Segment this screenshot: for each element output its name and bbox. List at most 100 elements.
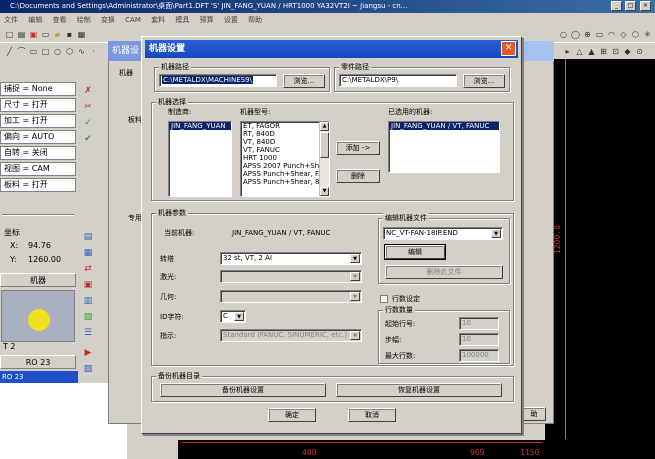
polygon-icon[interactable]: ⬡ — [630, 29, 641, 40]
nc-icon[interactable]: ▣ — [81, 278, 95, 292]
grid-icon[interactable]: ⊞ — [598, 46, 609, 57]
star-icon[interactable]: ✳ — [642, 29, 653, 40]
layers-icon[interactable]: ▥ — [81, 294, 95, 308]
shape-icon[interactable]: ◇ — [618, 29, 629, 40]
menu-file[interactable]: 文件 — [0, 13, 22, 25]
dialog-close-icon[interactable]: ✕ — [501, 41, 516, 56]
new-file-icon[interactable]: □ — [4, 29, 15, 40]
menu-edit[interactable]: 编辑 — [24, 13, 46, 25]
max-lines-field[interactable]: 100000 — [459, 349, 499, 362]
chevron-down-icon[interactable]: ▼ — [350, 272, 360, 281]
nest-icon[interactable]: ▦ — [81, 246, 95, 260]
model-list[interactable]: ET, FAGOR RT, 840D VT, 840D VT, FANUC HR… — [240, 121, 330, 197]
model-item[interactable]: RT, 840D — [241, 130, 329, 138]
model-item[interactable]: APSS 2007 Punch+She — [241, 162, 329, 170]
line-tool-icon[interactable]: ╱ — [4, 46, 15, 57]
menu-draw[interactable]: 绘制 — [73, 13, 95, 25]
backup-settings-button[interactable]: 备份机器设置 — [160, 383, 326, 397]
hexagon-tool-icon[interactable]: ⬡ — [64, 46, 75, 57]
menu-nesting[interactable]: 套料 — [147, 13, 169, 25]
rect-tool-icon[interactable]: ▭ — [594, 29, 605, 40]
scroll-down-icon[interactable]: ▼ — [320, 187, 329, 196]
open-red-icon[interactable]: ▣ — [28, 29, 39, 40]
part-path-field[interactable]: C:\METALDX\P9\ — [339, 74, 457, 87]
chevron-down-icon[interactable]: ▼ — [491, 229, 501, 238]
machine-title[interactable]: 机器 — [0, 273, 76, 287]
restore-settings-button[interactable]: 恢复机器设置 — [336, 383, 502, 397]
wave-tool-icon[interactable]: ∿ — [76, 46, 87, 57]
ok-button[interactable]: 确定 — [268, 408, 316, 422]
print-icon[interactable]: ▦ — [76, 29, 87, 40]
rectangle-tool-icon[interactable]: ▭ — [28, 46, 39, 57]
add-machine-button[interactable]: 添加 -> — [336, 141, 380, 155]
open-folder-icon[interactable]: ▰ — [52, 29, 63, 40]
model-item[interactable]: APSS Punch+Shear, FA — [241, 170, 329, 178]
offset-row[interactable]: 偏向 = AUTO — [0, 130, 76, 144]
chevron-down-icon[interactable]: ▼ — [350, 331, 360, 340]
menu-cam[interactable]: CAM — [121, 13, 145, 25]
run-icon[interactable]: ▶ — [81, 346, 95, 360]
selected-machines-list[interactable]: JIN_FANG_YUAN / VT, FANUC — [388, 121, 500, 173]
multi-check-icon[interactable]: ✔ — [81, 132, 95, 146]
sheet-icon[interactable]: ▤ — [81, 230, 95, 244]
square-tool-icon[interactable]: □ — [40, 46, 51, 57]
triangle-icon[interactable]: △ — [574, 46, 585, 57]
list-icon[interactable]: ☰ — [81, 326, 95, 340]
green-tool-icon[interactable]: ▧ — [81, 310, 95, 324]
save-icon[interactable]: ▪ — [64, 29, 75, 40]
check-icon[interactable]: ✓ — [81, 116, 95, 130]
maximize-icon[interactable]: □ — [625, 1, 636, 11]
zoom-icon[interactable]: ⊕ — [582, 29, 593, 40]
chevron-down-icon[interactable]: ▼ — [350, 292, 360, 301]
start-line-field[interactable]: 10 — [459, 317, 499, 330]
delete-x-icon[interactable]: ✗ — [81, 84, 95, 98]
indicator-select[interactable]: Standard (FANUC, SINUMERIC, etc.) ▼ — [220, 329, 362, 342]
arc-icon[interactable]: ◠ — [606, 29, 617, 40]
curve-tool-icon[interactable]: ⌒ — [16, 46, 27, 57]
model-item[interactable]: VT, FANUC — [241, 146, 329, 154]
machine-file-select[interactable]: NC_VT-FAN-18IP.END ▼ — [383, 227, 503, 240]
scroll-up-icon[interactable]: ▲ — [320, 122, 329, 131]
target-icon[interactable]: ⊙ — [634, 46, 645, 57]
delete-file-button[interactable]: 删除此文件 — [385, 265, 503, 279]
machine-path-browse-button[interactable]: 浏览... — [283, 74, 325, 88]
maker-item[interactable]: JIN_FANG_YUAN — [169, 122, 231, 130]
diamond-icon[interactable]: ◆ — [622, 46, 633, 57]
open-file-icon[interactable]: ▤ — [16, 29, 27, 40]
laser-select[interactable]: ▼ — [220, 270, 362, 283]
cancel-button[interactable]: 取消 — [348, 408, 396, 422]
flip-icon[interactable]: ⇄ — [81, 262, 95, 276]
line-number-checkbox[interactable] — [380, 295, 388, 303]
step-field[interactable]: 10 — [459, 333, 499, 346]
edit-file-button[interactable]: 编辑 — [384, 244, 446, 260]
chevron-down-icon[interactable]: ▼ — [350, 254, 360, 263]
minimize-icon[interactable]: _ — [611, 1, 622, 11]
geometry-select[interactable]: ▼ — [220, 290, 362, 303]
part-path-browse-button[interactable]: 浏览... — [463, 74, 505, 88]
cut-icon[interactable]: ✂ — [81, 100, 95, 114]
selected-machine-item[interactable]: JIN_FANG_YUAN / VT, FANUC — [389, 122, 499, 130]
view-row[interactable]: 视图 = CAM — [0, 162, 76, 176]
close-icon[interactable]: × — [640, 1, 651, 11]
drawing-canvas[interactable]: 1200.0 — [545, 59, 655, 459]
folder-icon[interactable]: ▭ — [40, 29, 51, 40]
model-item[interactable]: VT, 840D — [241, 138, 329, 146]
background-help-button[interactable]: 助 — [522, 407, 546, 421]
machine-path-field[interactable]: C:\METALDX\MACHINES9\ — [159, 74, 277, 87]
menu-transform[interactable]: 变换 — [97, 13, 119, 25]
sheet-row[interactable]: 板料 = 打开 — [0, 178, 76, 192]
pointer-icon[interactable]: ▸ — [562, 46, 573, 57]
report-icon[interactable]: ▨ — [81, 362, 95, 376]
model-item[interactable]: APSS Punch+Shear, 84 — [241, 178, 329, 186]
delete-machine-button[interactable]: 删除 — [336, 169, 380, 183]
model-item[interactable]: HRT 1000 — [241, 154, 329, 162]
autorotate-row[interactable]: 自转 = 关闭 — [0, 146, 76, 160]
model-list-scrollbar[interactable]: ▲ ▼ — [319, 122, 329, 196]
menu-view[interactable]: 查看 — [48, 13, 70, 25]
maker-list[interactable]: JIN_FANG_YUAN — [168, 121, 232, 197]
menu-help[interactable]: 帮助 — [244, 13, 266, 25]
machining-row[interactable]: 加工 = 打开 — [0, 114, 76, 128]
ellipse-icon[interactable]: ○ — [558, 29, 569, 40]
menu-settings[interactable]: 设置 — [220, 13, 242, 25]
chevron-down-icon[interactable]: ▼ — [234, 312, 244, 321]
